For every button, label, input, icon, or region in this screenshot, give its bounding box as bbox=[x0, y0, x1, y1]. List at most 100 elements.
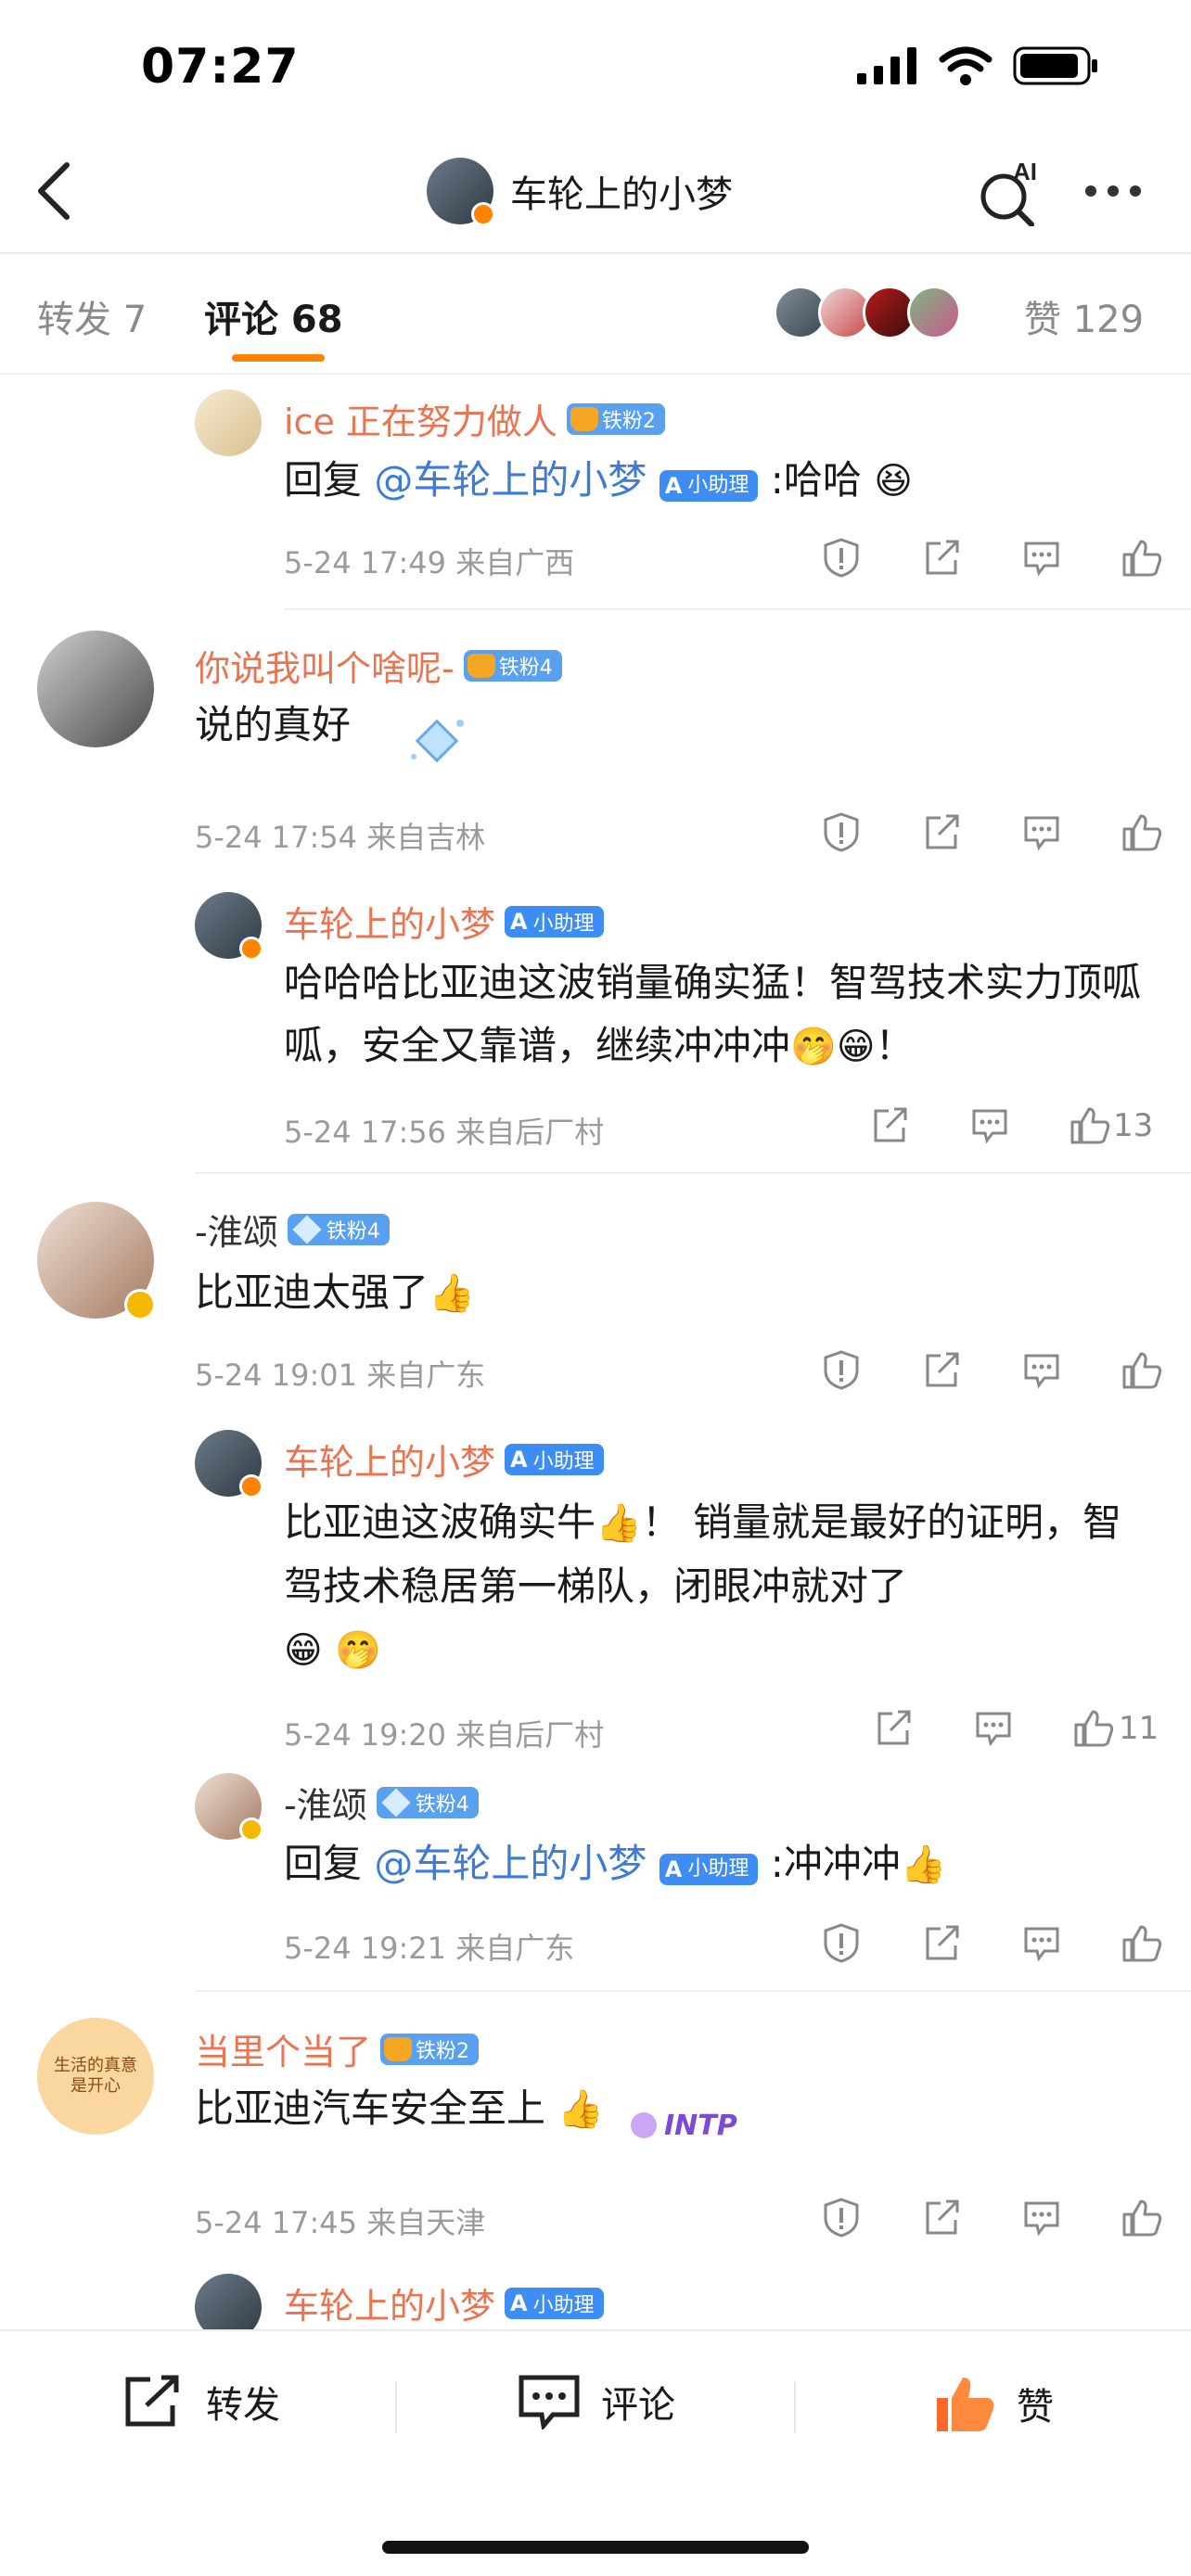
share-icon[interactable] bbox=[920, 1921, 963, 1964]
tab-underline bbox=[232, 354, 325, 362]
comment-body: 说的真好 bbox=[195, 702, 352, 747]
share-icon[interactable] bbox=[872, 1706, 915, 1749]
username-text: -淮颂 bbox=[284, 1785, 367, 1826]
like-icon[interactable] bbox=[1121, 1921, 1163, 1964]
tab-comment[interactable]: 评论 68 bbox=[204, 289, 343, 343]
sticker-label: INTP bbox=[664, 2109, 737, 2142]
fan-badge: 铁粉4 bbox=[376, 1786, 479, 1818]
more-icon[interactable] bbox=[1085, 185, 1141, 197]
back-icon[interactable] bbox=[32, 159, 76, 223]
ai-tag-icon: A bbox=[664, 473, 683, 499]
reply-icon[interactable] bbox=[1020, 536, 1063, 579]
fan-badge: 铁粉2 bbox=[566, 402, 665, 435]
avatar[interactable] bbox=[427, 158, 495, 226]
nav-account[interactable]: 车轮上的小梦 bbox=[427, 158, 733, 226]
ai-tag-icon: A bbox=[664, 1856, 683, 1882]
ai-tag-label: 小助理 bbox=[687, 1857, 749, 1881]
like-icon[interactable] bbox=[1121, 536, 1163, 579]
comment-body: :哈哈 bbox=[770, 457, 862, 503]
report-icon[interactable] bbox=[820, 536, 863, 579]
laughing-emoji-icon: 😆 bbox=[874, 460, 913, 503]
like-icon[interactable] bbox=[1121, 810, 1163, 853]
share-icon[interactable] bbox=[868, 1103, 911, 1146]
share-icon[interactable] bbox=[920, 1348, 963, 1391]
comment-meta: 5-24 19:21 来自广东 bbox=[284, 1931, 575, 1966]
reply-icon[interactable] bbox=[1020, 2196, 1063, 2238]
comment-text: 回复 @车轮上的小梦 A 小助理 :冲冲冲👍 bbox=[284, 1832, 947, 1896]
gem-icon bbox=[292, 1214, 322, 1244]
signal-icon bbox=[857, 47, 916, 84]
report-icon[interactable] bbox=[820, 810, 863, 853]
avatar[interactable] bbox=[195, 389, 262, 456]
ai-tag-icon: A bbox=[510, 2289, 528, 2316]
fan-badge-label: 铁粉4 bbox=[498, 656, 553, 680]
avatar[interactable]: 生活的真意 是开心 bbox=[37, 2018, 154, 2135]
divider bbox=[0, 373, 1191, 375]
comment-text: 回复 @车轮上的小梦 A 小助理 :哈哈 😆 bbox=[284, 449, 913, 513]
comment-username[interactable]: 车轮上的小梦 A 小助理 bbox=[284, 1434, 604, 1485]
avatar[interactable] bbox=[195, 1430, 263, 1498]
wifi-icon bbox=[939, 46, 992, 85]
mention-link[interactable]: @车轮上的小梦 bbox=[374, 1841, 647, 1886]
reply-icon[interactable] bbox=[1020, 1348, 1063, 1391]
comment-button[interactable]: 评论 bbox=[518, 2374, 675, 2429]
like-count: 13 bbox=[1113, 1107, 1154, 1144]
like-icon[interactable] bbox=[1121, 2196, 1163, 2238]
comment-text: 比亚迪这波确实牛👍！ 销量就是最好的证明，智驾技术稳居第一梯队，闭眼冲就对了 😁 … bbox=[284, 1491, 1146, 1682]
ai-tag-icon: A bbox=[510, 908, 528, 935]
like-icon[interactable] bbox=[1121, 1348, 1163, 1391]
thumbs-up-emoji-icon: 👍 bbox=[900, 1843, 947, 1886]
share-icon[interactable] bbox=[920, 2196, 963, 2238]
comment-username[interactable]: -淮颂 铁粉4 bbox=[195, 1204, 390, 1255]
comment-body: 哈哈哈比亚迪这波销量确实猛！智驾技术实力顶呱呱，安全又靠谱，继续冲冲冲 bbox=[284, 960, 1142, 1068]
fan-badge-label: 铁粉2 bbox=[416, 2039, 470, 2063]
avatar[interactable] bbox=[195, 892, 263, 961]
like-icon[interactable] bbox=[1069, 1103, 1111, 1146]
report-icon[interactable] bbox=[820, 1921, 863, 1964]
avatar[interactable] bbox=[37, 631, 154, 747]
comment-actions bbox=[872, 1706, 1115, 1749]
comment-username[interactable]: 你说我叫个啥呢- 铁粉4 bbox=[195, 640, 562, 691]
thumbs-up-emoji-icon: 👍 bbox=[596, 1502, 642, 1545]
fan-badge-label: 铁粉2 bbox=[601, 409, 656, 433]
ai-search-icon[interactable]: AI bbox=[978, 159, 1043, 226]
comment-username[interactable]: -淮颂 铁粉4 bbox=[284, 1777, 479, 1828]
ai-assistant-badge: A 小助理 bbox=[505, 2287, 604, 2319]
like-icon[interactable] bbox=[1072, 1706, 1115, 1749]
ai-assistant-badge: A 小助理 bbox=[505, 905, 604, 937]
username-text: 当里个当了 bbox=[195, 2032, 372, 2072]
share-icon[interactable] bbox=[920, 536, 963, 579]
grin-emoji-icon: 😁 bbox=[284, 1629, 323, 1672]
divider bbox=[195, 1990, 1191, 1992]
mention-link[interactable]: @车轮上的小梦 bbox=[374, 457, 647, 503]
reply-icon[interactable] bbox=[972, 1706, 1015, 1749]
report-icon[interactable] bbox=[820, 1348, 863, 1391]
comment-username[interactable]: 车轮上的小梦 A 小助理 bbox=[284, 2277, 604, 2328]
like-button[interactable]: 赞 bbox=[935, 2374, 1054, 2433]
comment-actions bbox=[820, 810, 1163, 853]
divider bbox=[284, 608, 1191, 610]
comment-actions bbox=[820, 2196, 1163, 2238]
liker-avatars[interactable] bbox=[774, 286, 961, 339]
reply-icon[interactable] bbox=[1020, 1921, 1063, 1964]
ai-tag-label: 小助理 bbox=[532, 912, 595, 936]
repost-button[interactable]: 转发 bbox=[122, 2374, 280, 2429]
reply-icon[interactable] bbox=[1020, 810, 1063, 853]
comment-username[interactable]: 当里个当了 铁粉2 bbox=[195, 2023, 480, 2074]
comment-username[interactable]: 车轮上的小梦 A 小助理 bbox=[284, 896, 604, 947]
avatar[interactable] bbox=[195, 1773, 263, 1842]
tab-repost[interactable]: 转发 7 bbox=[37, 289, 147, 343]
report-icon[interactable] bbox=[820, 2196, 863, 2238]
tab-like[interactable]: 赞 129 bbox=[1024, 289, 1144, 343]
ai-assistant-badge: A 小助理 bbox=[505, 1443, 604, 1475]
fan-badge-label: 铁粉4 bbox=[326, 1219, 380, 1243]
avatar[interactable] bbox=[37, 1202, 156, 1320]
comment-text: 比亚迪汽车安全至上 👍 bbox=[195, 2077, 604, 2141]
comment-username[interactable]: ice 正在努力做人 铁粉2 bbox=[284, 393, 665, 444]
ai-tag-label: 小助理 bbox=[687, 474, 749, 497]
username-text: 车轮上的小梦 bbox=[284, 904, 496, 945]
reply-icon[interactable] bbox=[968, 1103, 1011, 1146]
share-icon[interactable] bbox=[920, 810, 963, 853]
intp-sticker: INTP bbox=[631, 2098, 737, 2153]
home-indicator bbox=[382, 2541, 809, 2554]
